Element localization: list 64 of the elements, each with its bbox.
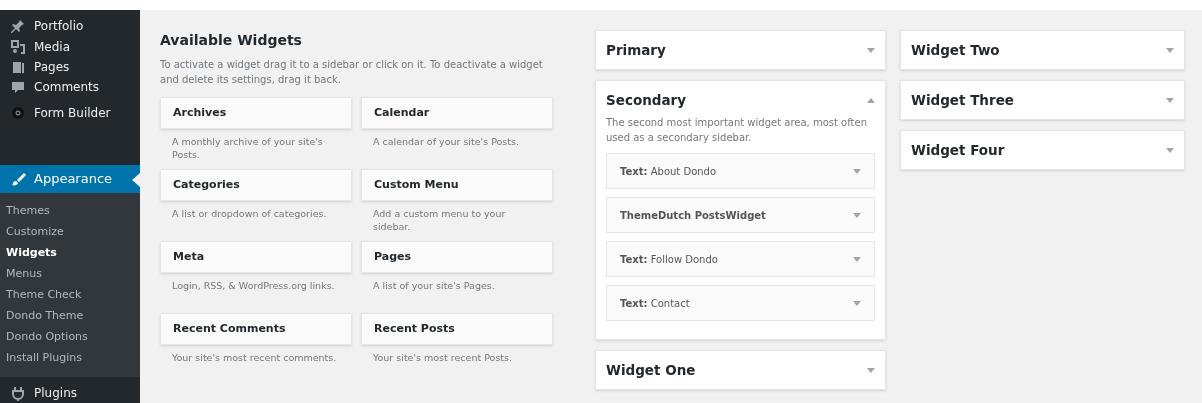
placed-widget[interactable]: Text: Follow Dondo xyxy=(606,241,875,277)
widget-card[interactable]: Categories xyxy=(160,169,352,201)
widget-area-title[interactable]: Secondary xyxy=(606,89,686,111)
widget-description: A calendar of your site's Posts. xyxy=(372,135,520,149)
placed-widget-title: Text: Contact xyxy=(620,296,690,311)
widget-card[interactable]: Pages xyxy=(361,241,553,273)
menu-item-active[interactable]: Appearance xyxy=(0,164,140,193)
widget-description: Add a custom menu to your sidebar. xyxy=(372,207,507,234)
submenu-item[interactable]: Customize xyxy=(0,221,140,243)
placed-widget[interactable]: Text: Contact xyxy=(606,285,875,321)
menu-item[interactable]: Comments xyxy=(0,77,140,98)
widget-description: A list or dropdown of categories. xyxy=(171,207,328,221)
widget-description: A monthly archive of your site's Posts. xyxy=(171,135,324,162)
placed-widget[interactable]: Text: About Dondo xyxy=(606,153,875,189)
plug-icon xyxy=(10,384,26,401)
paintbrush-icon xyxy=(10,170,26,187)
expand-arrow-icon[interactable] xyxy=(853,212,861,218)
expand-arrow-icon[interactable] xyxy=(867,47,875,53)
widget-card[interactable]: Recent Posts xyxy=(361,313,553,345)
placed-widget-title: Text: Follow Dondo xyxy=(620,252,718,267)
widget-description: Your site's most recent comments. xyxy=(171,351,338,365)
submenu-item[interactable]: Dondo Theme xyxy=(0,305,140,327)
widget-area-title[interactable]: Widget One xyxy=(606,359,696,381)
widget-card[interactable]: Recent Comments xyxy=(160,313,352,345)
section-description: To activate a widget drag it to a sidebar or click on it. To deactivate a widget and delete its settings, drag it back. xyxy=(160,58,544,87)
menu-item[interactable]: Media xyxy=(0,36,140,57)
pushpin-icon xyxy=(10,18,26,35)
submenu-item[interactable]: Themes xyxy=(0,200,140,222)
submenu-item[interactable]: Install Plugins xyxy=(0,347,140,369)
collapse-arrow-icon[interactable] xyxy=(867,97,875,103)
placed-widget[interactable]: ThemeDutch PostsWidget xyxy=(606,197,875,233)
expand-arrow-icon[interactable] xyxy=(853,168,861,174)
widget-area-title[interactable]: Widget Three xyxy=(911,89,1014,111)
placed-widget-title: ThemeDutch PostsWidget xyxy=(620,208,766,223)
menu-item[interactable]: Form Builder xyxy=(0,102,140,123)
widget-card[interactable]: Custom Menu xyxy=(361,169,553,201)
expand-arrow-icon[interactable] xyxy=(1166,147,1174,153)
widget-card[interactable]: Calendar xyxy=(361,97,553,129)
widget-description: Login, RSS, & WordPress.org links. xyxy=(171,279,336,293)
media-icon xyxy=(10,38,26,55)
widget-description: A list of your site's Pages. xyxy=(372,279,496,293)
menu-item[interactable]: Portfolio xyxy=(0,16,140,37)
widget-card[interactable]: Meta xyxy=(160,241,352,273)
expand-arrow-icon[interactable] xyxy=(867,367,875,373)
submenu-item[interactable]: Widgets xyxy=(0,242,140,264)
widget-card[interactable]: Archives xyxy=(160,97,352,129)
placed-widget-title: Text: About Dondo xyxy=(620,164,717,179)
submenu-item[interactable]: Dondo Options xyxy=(0,326,140,348)
menu-item[interactable]: Pages xyxy=(0,56,140,78)
widget-area-title[interactable]: Widget Two xyxy=(911,39,1000,61)
widget-area-title[interactable]: Widget Four xyxy=(911,139,1005,161)
widget-area-title[interactable]: Primary xyxy=(606,39,666,61)
section-title: Available Widgets xyxy=(160,31,303,50)
widget-area-description: The second most important widget area, most often used as a secondary sidebar. xyxy=(605,116,868,145)
speech-bubble-icon xyxy=(10,79,26,96)
menu-item[interactable]: Plugins xyxy=(0,382,140,403)
expand-arrow-icon[interactable] xyxy=(1166,97,1174,103)
expand-arrow-icon[interactable] xyxy=(853,256,861,262)
submenu-item[interactable]: Menus xyxy=(0,263,140,285)
expand-arrow-icon[interactable] xyxy=(1166,47,1174,53)
circle-icon xyxy=(10,104,26,121)
expand-arrow-icon[interactable] xyxy=(853,300,861,306)
submenu-item[interactable]: Theme Check xyxy=(0,284,140,306)
widget-description: Your site's most recent Posts. xyxy=(372,351,514,365)
